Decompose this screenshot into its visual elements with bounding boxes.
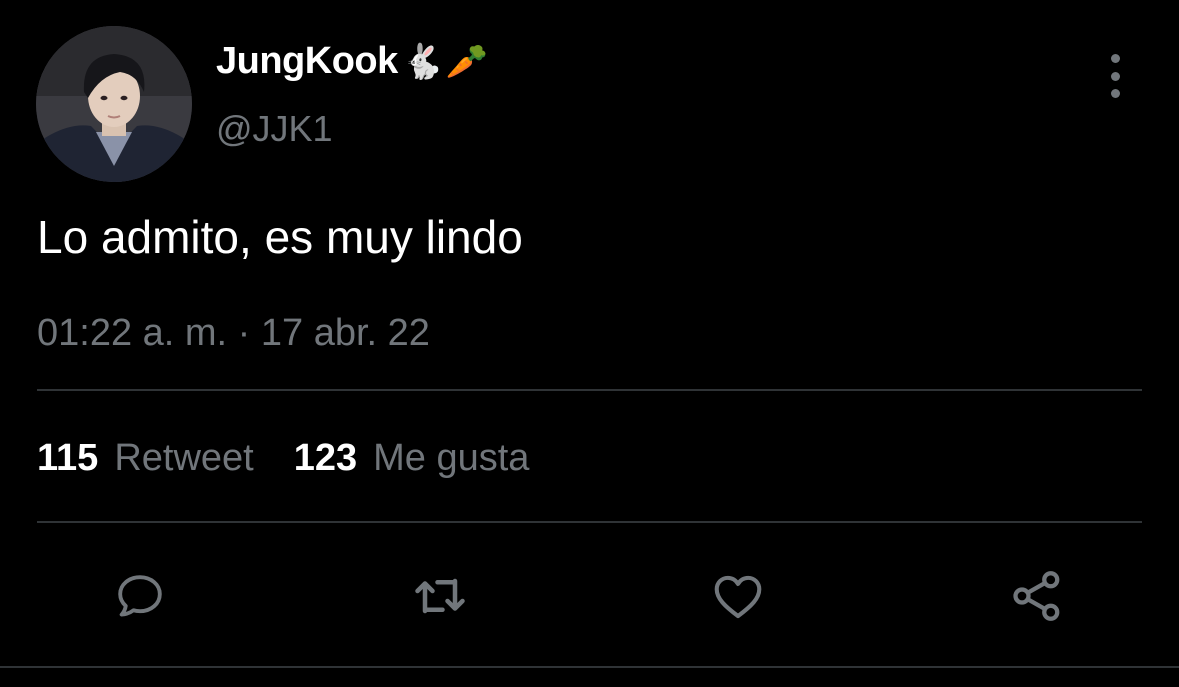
comment-icon <box>118 575 162 617</box>
retweet-button[interactable] <box>410 566 470 626</box>
reply-button[interactable] <box>110 566 170 626</box>
divider <box>37 521 1142 523</box>
divider <box>37 389 1142 391</box>
more-dot <box>1110 54 1120 63</box>
carrot-emoji-icon: 🥕 <box>445 41 488 82</box>
more-vertical-icon[interactable] <box>1100 54 1130 98</box>
share-button[interactable] <box>1007 566 1067 626</box>
retweet-icon <box>415 578 465 614</box>
like-stat[interactable]: 123 Me gusta <box>294 437 530 480</box>
more-dot <box>1110 89 1120 98</box>
tweet-stats: 115 Retweet 123 Me gusta <box>37 437 529 480</box>
share-icon <box>1013 571 1060 621</box>
tweet-text: Lo admito, es muy lindo <box>37 211 523 263</box>
avatar[interactable] <box>36 26 192 182</box>
like-count: 123 <box>293 437 358 479</box>
retweet-stat[interactable]: 115 Retweet <box>37 437 254 480</box>
display-name[interactable]: JungKook 🐇 🥕 <box>216 40 488 83</box>
heart-icon <box>714 575 762 619</box>
rabbit-emoji-icon: 🐇 <box>401 41 444 82</box>
user-handle[interactable]: @JJK1 <box>216 108 333 150</box>
retweet-count: 115 <box>37 437 99 479</box>
retweet-label: Retweet <box>114 437 254 479</box>
divider <box>0 666 1179 668</box>
like-button[interactable] <box>708 566 768 626</box>
tweet-timestamp[interactable]: 01:22 a. m. · 17 abr. 22 <box>37 312 430 355</box>
like-label: Me gusta <box>373 437 530 479</box>
avatar-image <box>36 26 192 182</box>
more-dot <box>1110 71 1120 81</box>
display-name-text: JungKook <box>216 40 398 82</box>
